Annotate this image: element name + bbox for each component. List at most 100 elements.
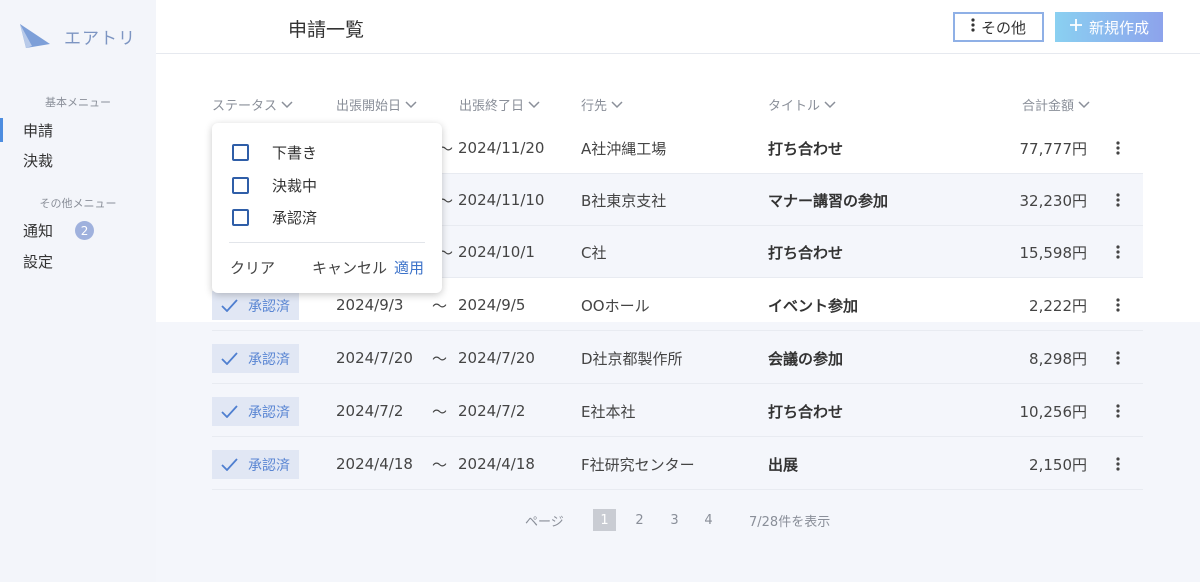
sidebar-item-settings[interactable]: 設定 (23, 251, 53, 272)
plus-icon (1069, 18, 1083, 36)
check-icon (221, 405, 238, 418)
end-date: 2024/11/20 (458, 139, 545, 157)
status-label: 承認済 (248, 298, 290, 315)
end-date: 2024/7/2 (458, 402, 526, 420)
chevron-down-icon (611, 100, 623, 108)
chevron-down-icon (528, 100, 540, 108)
row-menu-icon[interactable] (1116, 279, 1120, 331)
row-menu-icon[interactable] (1116, 226, 1120, 278)
table-row[interactable]: 承認済 2024/4/18 〜 2024/4/18 F社研究センター 出展 2,… (212, 438, 1143, 490)
chevron-down-icon (824, 100, 836, 108)
filter-option-label: 承認済 (272, 209, 318, 227)
column-label: 合計金額 (1022, 99, 1075, 114)
start-date: 2024/7/20 (336, 349, 413, 367)
apply-button[interactable]: 適用 (394, 257, 424, 278)
column-label: 行先 (581, 99, 608, 114)
status-filter-dropdown: 下書き 決裁中 承認済 クリア キャンセル 適用 (212, 123, 442, 293)
brand-name: エアトリ (64, 28, 136, 49)
filter-option-pending[interactable]: 決裁中 (232, 175, 317, 196)
end-date: 2024/11/10 (458, 191, 545, 209)
column-label: 出張開始日 (336, 99, 402, 114)
destination: E社本社 (581, 402, 636, 421)
end-date: 2024/10/1 (458, 243, 535, 261)
sidebar-item-notifications[interactable]: 通知 2 (23, 220, 95, 241)
new-request-button[interactable]: 新規作成 (1055, 12, 1163, 42)
active-indicator (0, 118, 3, 142)
sidebar-item-label: 申請 (23, 122, 54, 140)
other-button-label: その他 (980, 18, 1026, 37)
result-count: 7/28件を表示 (749, 515, 831, 530)
status-label: 承認済 (248, 351, 290, 368)
column-header-status[interactable]: ステータス (212, 95, 293, 114)
sidebar-item-label: 設定 (23, 253, 54, 271)
total-amount: 10,256円 (1019, 402, 1088, 421)
sidebar: エアトリ 基本メニュー 申請 決裁 その他メニュー 通知 2 設定 (0, 0, 156, 582)
column-header-title[interactable]: タイトル (768, 95, 836, 114)
sidebar-item-applications[interactable]: 申請 (23, 120, 53, 141)
table-row[interactable]: 承認済 2024/7/20 〜 2024/7/20 D社京都製作所 会議の参加 … (212, 332, 1143, 384)
filter-option-draft[interactable]: 下書き (232, 142, 317, 163)
status-badge: 承認済 (212, 397, 299, 426)
request-title: 会議の参加 (768, 349, 844, 368)
page-button-2[interactable]: 2 (628, 509, 651, 531)
column-header-end-date[interactable]: 出張終了日 (459, 95, 540, 114)
filter-option-label: 下書き (272, 144, 318, 162)
column-header-amount[interactable]: 合計金額 (1022, 95, 1090, 114)
checkbox[interactable] (232, 209, 249, 226)
column-header-destination[interactable]: 行先 (581, 95, 623, 114)
notification-badge: 2 (75, 221, 95, 240)
page-button-3[interactable]: 3 (663, 509, 686, 531)
total-amount: 2,222円 (1029, 296, 1087, 315)
column-header-start-date[interactable]: 出張開始日 (336, 95, 417, 114)
checkbox[interactable] (232, 177, 249, 194)
destination: D社京都製作所 (581, 349, 683, 368)
kebab-icon (971, 18, 975, 36)
row-menu-icon[interactable] (1116, 174, 1120, 226)
pagination-label: ページ (525, 515, 564, 530)
total-amount: 15,598円 (1019, 243, 1088, 262)
clear-button[interactable]: クリア (230, 257, 275, 278)
destination: C社 (581, 243, 607, 262)
status-badge: 承認済 (212, 450, 299, 479)
sidebar-item-approvals[interactable]: 決裁 (23, 150, 53, 171)
total-amount: 2,150円 (1029, 455, 1087, 474)
check-icon (221, 352, 238, 365)
logo[interactable]: エアトリ (18, 22, 136, 50)
filter-option-approved[interactable]: 承認済 (232, 207, 317, 228)
row-menu-icon[interactable] (1116, 122, 1120, 174)
request-title: マナー講習の参加 (768, 191, 889, 210)
start-date: 2024/4/18 (336, 455, 413, 473)
range-separator: 〜 (432, 402, 448, 421)
request-title: 出展 (768, 455, 799, 474)
row-menu-icon[interactable] (1116, 332, 1120, 384)
column-label: タイトル (768, 99, 821, 114)
sidebar-item-label: 通知 (23, 222, 54, 240)
table-row[interactable]: 承認済 2024/7/2 〜 2024/7/2 E社本社 打ち合わせ 10,25… (212, 385, 1143, 437)
new-request-label: 新規作成 (1088, 18, 1149, 37)
status-label: 承認済 (248, 404, 290, 421)
destination: OOホール (581, 296, 650, 315)
page-title: 申請一覧 (288, 19, 365, 41)
sidebar-item-label: 決裁 (23, 152, 54, 170)
destination: A社沖縄工場 (581, 139, 667, 158)
destination: B社東京支社 (581, 191, 667, 210)
check-icon (221, 458, 238, 471)
status-badge: 承認済 (212, 344, 299, 373)
row-menu-icon[interactable] (1116, 438, 1120, 490)
range-separator: 〜 (432, 455, 448, 474)
status-label: 承認済 (248, 457, 290, 474)
row-menu-icon[interactable] (1116, 385, 1120, 437)
page-button-4[interactable]: 4 (697, 509, 720, 531)
basic-menu-heading: 基本メニュー (45, 96, 111, 109)
total-amount: 32,230円 (1019, 191, 1088, 210)
request-title: 打ち合わせ (768, 243, 844, 262)
other-button[interactable]: その他 (953, 12, 1044, 42)
column-label: 出張終了日 (459, 99, 525, 114)
checkbox[interactable] (232, 144, 249, 161)
start-date: 2024/7/2 (336, 402, 404, 420)
cancel-button[interactable]: キャンセル (312, 257, 387, 278)
page-button-1[interactable]: 1 (593, 509, 616, 531)
end-date: 2024/9/5 (458, 296, 526, 314)
chevron-down-icon (281, 100, 293, 108)
check-icon (221, 299, 238, 312)
